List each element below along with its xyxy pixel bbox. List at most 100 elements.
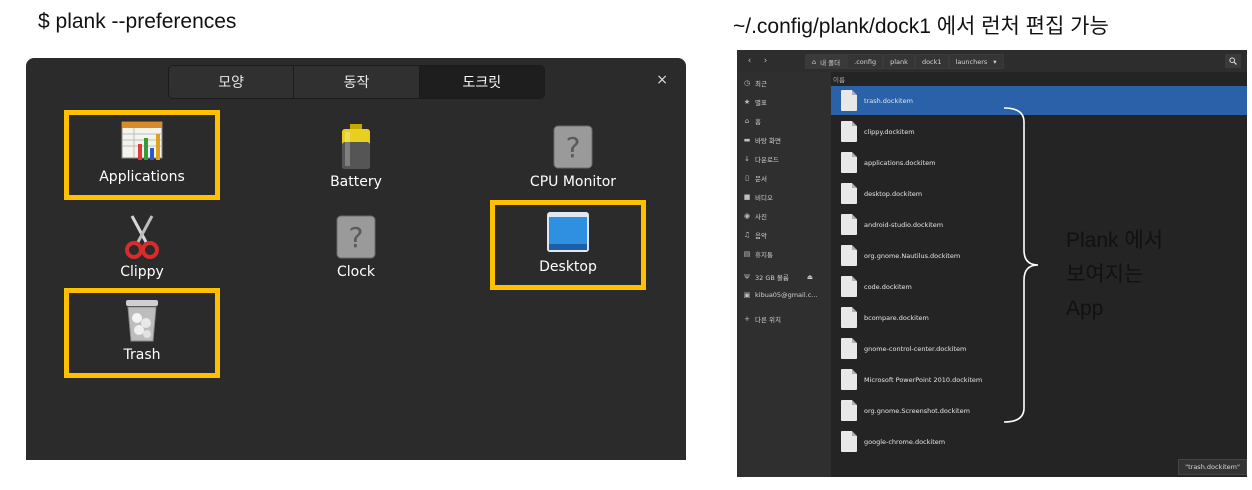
file-name: code.dockitem: [864, 282, 912, 291]
file-name: trash.dockitem: [864, 96, 913, 105]
file-icon: [841, 90, 857, 111]
brace-annotation: [1003, 107, 1039, 423]
file-row[interactable]: google-chrome.dockitem: [831, 427, 1247, 456]
file-icon: [841, 431, 857, 452]
file-icon: [841, 400, 857, 421]
sidebar-item-label: 사진: [755, 213, 767, 221]
star-icon: ★: [743, 98, 751, 106]
docklet-clock[interactable]: ? Clock: [278, 200, 434, 290]
close-icon[interactable]: ×: [656, 72, 668, 88]
scissors-icon: [119, 214, 165, 260]
applications-icon: [119, 119, 165, 165]
sidebar-item-label: 다운로드: [755, 156, 779, 164]
file-name: google-chrome.dockitem: [864, 437, 946, 446]
annotation-line: 보여지는: [1066, 263, 1144, 286]
search-icon[interactable]: [1225, 54, 1241, 68]
sidebar-item[interactable]: ▯ 문서: [743, 173, 767, 183]
sidebar-item[interactable]: + 다른 위치: [743, 314, 781, 324]
docklet-desktop[interactable]: Desktop: [490, 200, 646, 290]
sidebar-item[interactable]: ⌂ 홈: [743, 116, 761, 126]
file-name: Microsoft PowerPoint 2010.dockitem: [864, 375, 983, 384]
breadcrumb-home[interactable]: ⌂ 내 폴더: [805, 54, 848, 69]
file-icon: [841, 121, 857, 142]
docklet-label: CPU Monitor: [529, 174, 617, 190]
sidebar-item[interactable]: ◉ 사진: [743, 211, 767, 221]
docklet-applications[interactable]: Applications: [64, 110, 220, 200]
right-caption: ~/.config/plank/dock1 에서 런처 편집 가능: [733, 15, 1109, 38]
file-name: org.gnome.Nautilus.dockitem: [864, 251, 961, 260]
desktop-icon: [545, 209, 591, 255]
camera-icon: ◉: [743, 212, 751, 220]
account-icon: ▣: [743, 291, 751, 299]
sidebar-item-label: 음악: [755, 232, 767, 240]
file-name: gnome-control-center.dockitem: [864, 344, 967, 353]
sidebar-item-label: kibua05@gmail.c...: [755, 291, 818, 299]
sidebar-item-label: 32 GB 볼륨: [755, 274, 789, 282]
sidebar-item-label: 휴지통: [755, 251, 773, 259]
left-caption: $ plank --preferences: [38, 10, 237, 33]
sidebar-item[interactable]: ▣ kibua05@gmail.c...: [743, 291, 818, 299]
breadcrumb-dock1[interactable]: dock1: [914, 54, 949, 69]
file-icon: [841, 214, 857, 235]
docklet-clippy[interactable]: Clippy: [64, 200, 220, 290]
file-icon: [841, 307, 857, 328]
sidebar-item[interactable]: Ψ 32 GB 볼륨 ⏏: [743, 272, 813, 282]
plank-preferences-window: 모양 동작 도크릿 × Applications Battery ? CPU M…: [26, 58, 686, 460]
sidebar-item-label: 문서: [755, 175, 767, 183]
trash-icon: ▤: [743, 250, 751, 258]
docklet-trash[interactable]: Trash: [64, 288, 220, 378]
unknown-icon: ?: [550, 124, 596, 170]
file-icon: [841, 338, 857, 359]
tab-appearance[interactable]: 모양: [169, 66, 295, 98]
file-manager-window: ‹ › ⌂ 내 폴더 .config plank dock1 launchers ▾…: [737, 50, 1247, 477]
column-header-name[interactable]: 이름: [833, 74, 845, 84]
file-name: org.gnome.Screenshot.dockitem: [864, 406, 970, 415]
sidebar-item-label: 홈: [755, 118, 761, 126]
sidebar-item[interactable]: ♫ 음악: [743, 230, 767, 240]
folder-icon: ▬: [743, 136, 751, 144]
unknown-icon: ?: [333, 214, 379, 260]
svg-text:?: ?: [349, 221, 364, 254]
sidebar-item[interactable]: ◷ 최근: [743, 78, 767, 88]
tab-docklets[interactable]: 도크릿: [419, 66, 544, 98]
annotation-line: App: [1066, 297, 1104, 320]
sidebar-item-label: 바탕 화면: [755, 137, 781, 145]
home-icon: ⌂: [812, 57, 817, 66]
annotation-line: Plank 에서: [1066, 229, 1164, 252]
file-icon: [841, 183, 857, 204]
eject-icon[interactable]: ⏏: [807, 273, 813, 281]
docklet-label: Desktop: [539, 259, 597, 275]
svg-text:?: ?: [566, 131, 581, 164]
sidebar: ◷ 최근 ★ 별표 ⌂ 홈 ▬ 바탕 화면 ↓ 다운로드 ▯ 문서 ■ 비디오 ◉ 사진 ♫ 음악 ▤ 휴지통 Ψ 32 …: [737, 72, 831, 477]
sidebar-item[interactable]: ↓ 다운로드: [743, 154, 779, 164]
back-button[interactable]: ‹: [743, 54, 756, 68]
breadcrumb-plank[interactable]: plank: [883, 54, 915, 69]
chevron-down-icon: ▾: [993, 57, 997, 66]
tab-behavior[interactable]: 동작: [294, 66, 420, 98]
docklet-battery[interactable]: Battery: [278, 110, 434, 200]
breadcrumb-launchers[interactable]: launchers ▾: [948, 54, 1004, 69]
file-name: android-studio.dockitem: [864, 220, 944, 229]
file-icon: [841, 276, 857, 297]
forward-button[interactable]: ›: [759, 54, 772, 68]
download-icon: ↓: [744, 155, 750, 163]
sidebar-item[interactable]: ▤ 휴지통: [743, 249, 773, 259]
sidebar-item[interactable]: ★ 별표: [743, 97, 767, 107]
file-icon: [841, 152, 857, 173]
clock-icon: ◷: [743, 79, 751, 87]
sidebar-item-label: 다른 위치: [755, 316, 781, 324]
breadcrumb-config[interactable]: .config: [847, 54, 884, 69]
docklet-cpu-monitor[interactable]: ? CPU Monitor: [495, 110, 651, 200]
trash-icon: [119, 297, 165, 343]
sidebar-item-label: 비디오: [755, 194, 773, 202]
home-icon: ⌂: [744, 117, 750, 125]
sidebar-item-label: 별표: [755, 99, 767, 107]
docklet-label: Trash: [123, 347, 161, 363]
usb-icon: Ψ: [744, 273, 750, 281]
sidebar-item[interactable]: ▬ 바탕 화면: [743, 135, 781, 145]
file-name: bcompare.dockitem: [864, 313, 929, 322]
document-icon: ▯: [745, 174, 749, 182]
sidebar-item[interactable]: ■ 비디오: [743, 192, 773, 202]
docklet-label: Clippy: [120, 264, 164, 280]
file-name: clippy.dockitem: [864, 127, 915, 136]
